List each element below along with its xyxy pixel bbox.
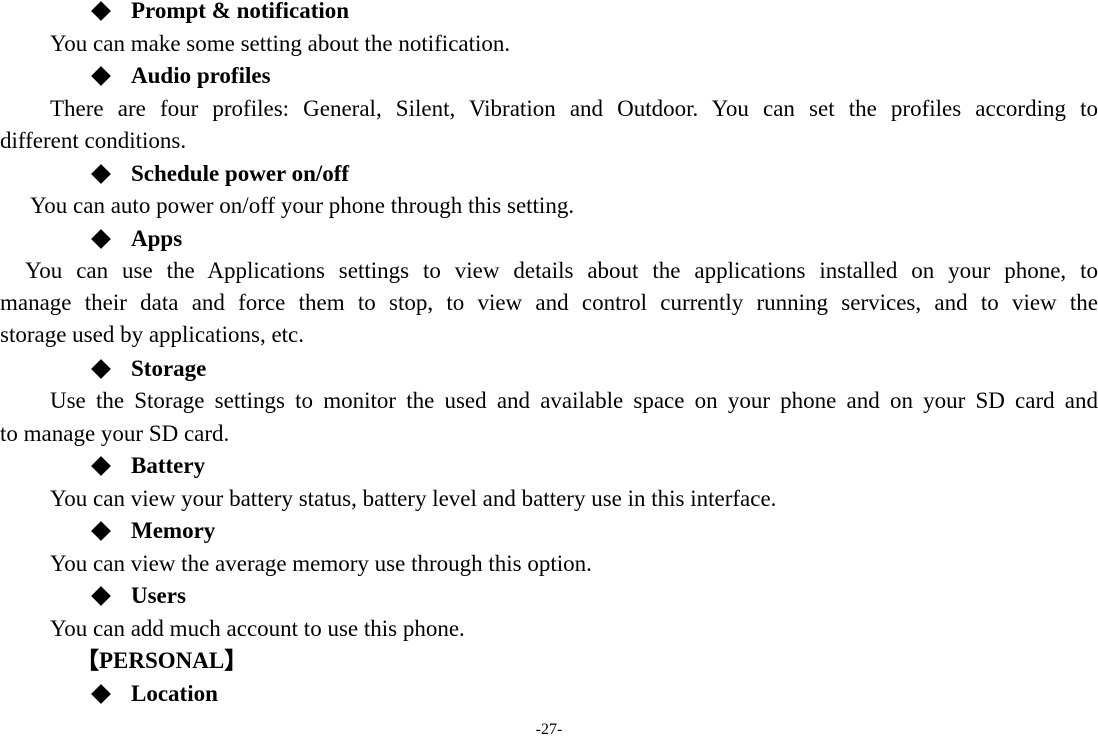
- section-body-audio-profiles-line-2: different conditions.: [0, 128, 187, 153]
- section-title-memory: Memory: [131, 518, 216, 543]
- section-body-audio-profiles-line-1: There are four profiles: General, Silent…: [50, 96, 1098, 121]
- section-body-schedule-power: You can auto power on/off your phone thr…: [30, 193, 575, 218]
- diamond-bullet-icon: [91, 359, 111, 379]
- diamond-bullet-icon: [91, 1, 111, 21]
- section-body-apps-line-3: storage used by applications, etc.: [0, 322, 305, 347]
- section-title-location: Location: [131, 681, 218, 706]
- section-body-storage-line-1: Use the Storage settings to monitor the …: [50, 388, 1098, 413]
- page-number: -27-: [535, 721, 563, 738]
- section-title-apps: Apps: [131, 226, 183, 251]
- diamond-bullet-icon: [91, 66, 111, 86]
- section-body-storage-line-2: to manage your SD card.: [0, 421, 230, 446]
- section-title-battery: Battery: [131, 453, 206, 478]
- diamond-bullet-icon: [91, 164, 111, 184]
- section-title-prompt-notification: Prompt & notification: [131, 0, 350, 23]
- section-title-schedule-power: Schedule power on/off: [131, 161, 350, 186]
- diamond-bullet-icon: [91, 586, 111, 606]
- section-title-users: Users: [131, 583, 186, 608]
- diamond-bullet-icon: [91, 456, 111, 476]
- category-heading-personal: 【PERSONAL】: [76, 648, 248, 673]
- diamond-bullet-icon: [91, 229, 111, 249]
- section-title-storage: Storage: [131, 356, 207, 381]
- section-body-apps-line-1: You can use the Applications settings to…: [25, 258, 1098, 283]
- section-body-apps-line-2: manage their data and force them to stop…: [0, 290, 1098, 315]
- section-body-battery: You can view your battery status, batter…: [50, 486, 777, 511]
- section-body-memory: You can view the average memory use thro…: [50, 551, 592, 576]
- section-body-prompt-notification: You can make some setting about the noti…: [50, 31, 511, 56]
- diamond-bullet-icon: [91, 521, 111, 541]
- section-body-users: You can add much account to use this pho…: [50, 616, 465, 641]
- section-title-audio-profiles: Audio profiles: [131, 63, 271, 88]
- diamond-bullet-icon: [91, 684, 111, 704]
